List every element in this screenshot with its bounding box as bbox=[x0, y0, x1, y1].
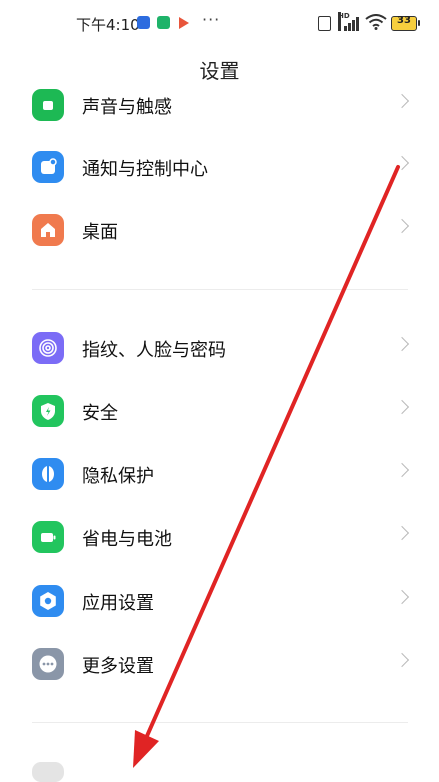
sound-icon bbox=[32, 89, 64, 121]
chevron-right-icon bbox=[394, 652, 410, 668]
shield-icon bbox=[32, 395, 64, 427]
privacy-icon bbox=[32, 458, 64, 490]
battery-icon bbox=[32, 521, 64, 553]
settings-item-label: 应用设置 bbox=[82, 593, 154, 614]
play-store-icon bbox=[179, 17, 189, 29]
settings-item-privacy[interactable]: 隐私保护 bbox=[0, 443, 439, 505]
settings-item-more-settings[interactable]: 更多设置 bbox=[0, 633, 439, 695]
hd-label: HD bbox=[338, 12, 350, 31]
battery-level: 33 bbox=[397, 15, 411, 26]
settings-item-security[interactable]: 安全 bbox=[0, 380, 439, 442]
notification-icon bbox=[32, 151, 64, 183]
partial-item-icon bbox=[32, 762, 64, 782]
signal-icon: HD bbox=[338, 12, 360, 31]
settings-item-label: 通知与控制中心 bbox=[82, 159, 208, 180]
settings-item-label: 隐私保护 bbox=[82, 466, 154, 487]
settings-item-label: 省电与电池 bbox=[82, 529, 172, 550]
wifi-icon bbox=[365, 14, 387, 30]
settings-item-battery[interactable]: 省电与电池 bbox=[0, 506, 439, 568]
section-divider bbox=[32, 722, 408, 723]
chevron-right-icon bbox=[394, 462, 410, 478]
settings-item-label: 指纹、人脸与密码 bbox=[82, 340, 226, 361]
status-time: 下午4:10 bbox=[76, 16, 140, 34]
chevron-right-icon bbox=[394, 93, 410, 109]
nfc-icon bbox=[318, 16, 331, 31]
settings-item-notifications[interactable]: 通知与控制中心 bbox=[0, 136, 439, 198]
settings-item-fingerprint[interactable]: 指纹、人脸与密码 bbox=[0, 317, 439, 379]
fingerprint-icon bbox=[32, 332, 64, 364]
chevron-right-icon bbox=[394, 336, 410, 352]
home-icon bbox=[32, 214, 64, 246]
gear-icon bbox=[32, 585, 64, 617]
settings-item-app-settings[interactable]: 应用设置 bbox=[0, 570, 439, 632]
app-notification-icon bbox=[137, 16, 150, 29]
status-bar: 下午4:10 ··· HD 33 bbox=[0, 0, 439, 48]
settings-item-desktop[interactable]: 桌面 bbox=[0, 199, 439, 261]
battery-indicator: 33 bbox=[391, 15, 420, 31]
chevron-right-icon bbox=[394, 399, 410, 415]
annotation-arrow-head bbox=[133, 730, 159, 768]
settings-item-label: 桌面 bbox=[82, 222, 118, 243]
chevron-right-icon bbox=[394, 589, 410, 605]
section-divider bbox=[32, 289, 408, 290]
more-notifications-icon: ··· bbox=[202, 10, 221, 29]
settings-item-label: 安全 bbox=[82, 403, 118, 424]
settings-item-label: 声音与触感 bbox=[82, 97, 172, 118]
chevron-right-icon bbox=[394, 525, 410, 541]
settings-item-sound[interactable]: 声音与触感 bbox=[0, 74, 439, 136]
more-icon bbox=[32, 648, 64, 680]
settings-item-label: 更多设置 bbox=[82, 656, 154, 677]
app-notification-icon bbox=[157, 16, 170, 29]
chevron-right-icon bbox=[394, 218, 410, 234]
chevron-right-icon bbox=[394, 155, 410, 171]
